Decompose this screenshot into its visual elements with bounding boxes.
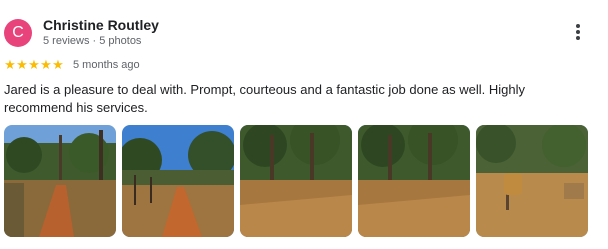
- star-icon: ★: [16, 57, 28, 72]
- review-photo[interactable]: [358, 125, 470, 237]
- reviewer-meta: 5 reviews · 5 photos: [43, 35, 142, 47]
- review-photo[interactable]: [4, 125, 116, 237]
- rating-row: ★ ★ ★ ★ ★ 5 months ago: [4, 57, 140, 73]
- avatar[interactable]: C: [4, 19, 32, 47]
- review-time: 5 months ago: [73, 59, 140, 71]
- photo-strip: [4, 125, 588, 237]
- photo-image: [4, 125, 116, 237]
- photo-image: [240, 125, 352, 237]
- review-text: Jared is a pleasure to deal with. Prompt…: [4, 82, 526, 115]
- more-options-icon[interactable]: [570, 24, 586, 44]
- star-icon: ★: [4, 57, 16, 72]
- star-icon: ★: [28, 57, 40, 72]
- star-icon: ★: [52, 57, 64, 72]
- review-photo[interactable]: [122, 125, 234, 237]
- star-rating: ★ ★ ★ ★ ★: [4, 58, 64, 72]
- photo-image: [476, 125, 588, 237]
- photo-image: [358, 125, 470, 237]
- review-photo[interactable]: [240, 125, 352, 237]
- reviewer-name[interactable]: Christine Routley: [43, 17, 159, 33]
- star-icon: ★: [40, 57, 52, 72]
- photo-image: [122, 125, 234, 237]
- review-photo[interactable]: [476, 125, 588, 237]
